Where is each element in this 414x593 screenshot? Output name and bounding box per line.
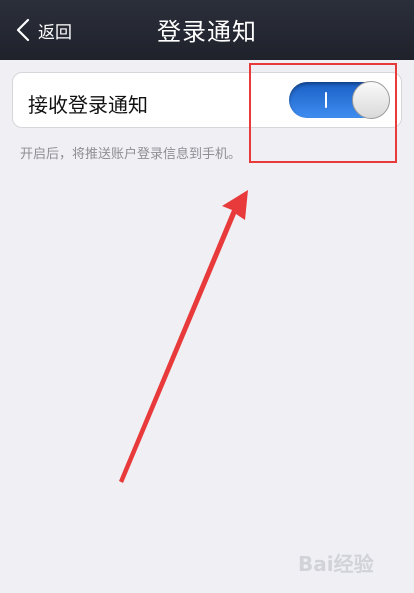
page-title: 登录通知 <box>157 18 257 46</box>
setting-label: 接收登录通知 <box>28 93 148 117</box>
navigation-bar: 返回 登录通知 <box>0 0 414 60</box>
screen: 返回 登录通知 接收登录通知 开启后，将推送账户登录信息到手机。 Bai经验 <box>0 0 414 593</box>
watermark-logo: Bai经验 <box>298 552 374 576</box>
annotation-highlight-box <box>249 63 397 163</box>
setting-hint-text: 开启后，将推送账户登录信息到手机。 <box>20 147 242 162</box>
svg-text:Bai经验: Bai经验 <box>298 552 374 576</box>
